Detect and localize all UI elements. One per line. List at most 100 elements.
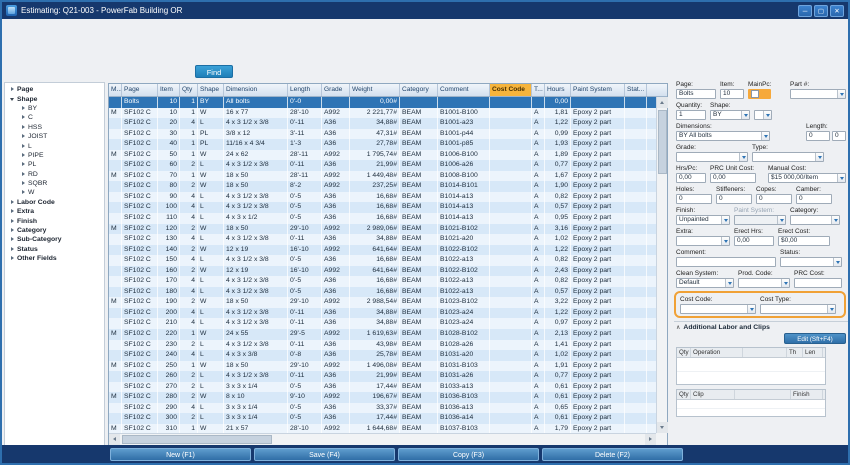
column-header-paint-system[interactable]: Paint System [571,84,625,96]
expand-icon[interactable] [8,85,17,94]
column-header-stat[interactable]: Stat... [625,84,647,96]
expand-icon[interactable] [8,207,17,216]
dimensions-select[interactable]: BY All bolts [676,131,770,141]
vertical-scroll-thumb[interactable] [658,110,667,174]
table-row[interactable]: MSF102 C2802W8 x 109'-10A992196,67#BEAMB… [109,392,656,403]
collapse-icon[interactable] [8,95,17,104]
horizontal-scrollbar[interactable] [109,433,656,445]
shape-extra-select[interactable] [754,110,772,120]
grade-select[interactable] [676,152,748,162]
table-row[interactable]: SF102 C1504L4 x 3 1/2 x 3/80'-5A3616,68#… [109,255,656,266]
chevron-down-icon[interactable] [781,279,789,287]
column-header-shape[interactable]: Shape [198,84,224,96]
chevron-down-icon[interactable] [837,174,845,182]
column-header-dimension[interactable]: Dimension [224,84,288,96]
column-header-weight[interactable]: Weight [350,84,400,96]
column-header-m[interactable]: M... [109,84,122,96]
table-row[interactable]: MSF102 C1902W18 x 5029'-10A9922 988,54#B… [109,297,656,308]
stiffeners-field[interactable]: 0 [716,194,752,204]
tree-item-sqbr[interactable]: SQBR [5,179,104,188]
expand-icon[interactable] [8,254,17,263]
table-row[interactable]: SF102 C2302L4 x 3 1/2 x 3/80'-11A3643,98… [109,340,656,351]
table-row[interactable]: SF102 C1704L4 x 3 1/2 x 3/80'-5A3616,68#… [109,276,656,287]
tree-item-hss[interactable]: HSS [5,123,104,132]
expand-icon[interactable] [19,188,28,197]
table-row[interactable]: SF102 C1004L4 x 3 1/2 x 3/80'-5A3616,68#… [109,202,656,213]
maximize-button[interactable]: ▢ [814,5,828,17]
expand-icon[interactable] [19,113,28,122]
expand-icon[interactable] [8,235,17,244]
erect-cost-field[interactable]: $0,00 [778,236,830,246]
expand-icon[interactable] [19,132,28,141]
table-row[interactable]: MSF102 C1202W18 x 5029'-10A9922 989,06#B… [109,224,656,235]
part-number-select[interactable] [790,89,846,99]
table-row[interactable]: SF102 C204L4 x 3 1/2 x 3/80'-11A3634,88#… [109,118,656,129]
clean-system-select[interactable]: Default [676,278,734,288]
column-header-comment[interactable]: Comment [438,84,490,96]
table-row[interactable]: SF102 C2104L4 x 3 1/2 x 3/80'-11A3634,88… [109,318,656,329]
tree-item-extra[interactable]: Extra [5,207,104,216]
cost-code-select[interactable] [680,304,756,314]
expand-icon[interactable] [8,198,17,207]
table-row[interactable]: SF102 C1304L4 x 3 1/2 x 3/80'-11A3634,88… [109,234,656,245]
hrs-pc-field[interactable]: 0,00 [676,173,706,183]
scroll-down-button[interactable] [657,422,668,433]
status-select[interactable] [780,257,842,267]
prod-code-select[interactable] [738,278,790,288]
new-button[interactable]: New (F1) [110,448,251,461]
edit-additional-button[interactable]: Edit (Sft+F4) [784,333,846,344]
tree-item-c[interactable]: C [5,113,104,122]
tree-item-joist[interactable]: JOIST [5,132,104,141]
collapse-section-icon[interactable]: ∧ [676,324,680,331]
chevron-down-icon[interactable] [741,111,749,119]
column-header-item[interactable]: Item [158,84,180,96]
delete-button[interactable]: Delete (F2) [542,448,683,461]
comment-field[interactable] [676,257,776,267]
chevron-down-icon[interactable] [815,153,823,161]
shape-select[interactable]: BY [710,110,750,120]
scroll-up-button[interactable] [657,97,668,108]
tree-item-other-fields[interactable]: Other Fields [5,254,104,263]
column-header-qty[interactable]: Qty [180,84,198,96]
save-button[interactable]: Save (F4) [254,448,395,461]
tree-item-sub-category[interactable]: Sub-Category [5,235,104,244]
extra-select[interactable] [676,236,730,246]
table-row[interactable]: MSF102 C2501W18 x 5029'-10A9921 496,08#B… [109,361,656,372]
tree-item-pipe[interactable]: PIPE [5,151,104,160]
length-inches-field[interactable]: 0 [832,131,846,141]
table-row-selected[interactable]: Bolts101BYAll bolts0'-00,00#0,00 [109,97,656,108]
close-button[interactable]: ✕ [830,5,844,17]
vertical-scrollbar[interactable] [656,97,667,433]
table-row[interactable]: MSF102 C501W24 x 6228'-11A9921 795,74#BE… [109,150,656,161]
column-header-length[interactable]: Length [288,84,322,96]
table-row[interactable]: SF102 C3002L3 x 3 x 1/40'-5A3617,44#BEAM… [109,413,656,424]
column-header-hours[interactable]: Hours [545,84,571,96]
tree-item-status[interactable]: Status [5,245,104,254]
chevron-down-icon[interactable] [777,216,785,224]
tree-item-category[interactable]: Category [5,226,104,235]
column-header-t[interactable]: T... [532,84,545,96]
paint-system-select[interactable] [734,215,786,225]
chevron-down-icon[interactable] [833,258,841,266]
table-row[interactable]: SF102 C301PL3/8 x 123'-11A3647,31#BEAMB1… [109,129,656,140]
table-row[interactable]: MSF102 C3101W21 x 5728'-10A9921 644,68#B… [109,424,656,433]
table-row[interactable]: SF102 C1402W12 x 1916'-10A992641,64#BEAM… [109,245,656,256]
tree-item-pl[interactable]: PL [5,160,104,169]
expand-icon[interactable] [19,160,28,169]
table-row[interactable]: SF102 C1104L4 x 3 x 1/20'-5A3616,68#BEAM… [109,213,656,224]
expand-icon[interactable] [19,104,28,113]
expand-icon[interactable] [19,179,28,188]
table-row[interactable]: MSF102 C101W16 x 7728'-10A9922 221,77#BE… [109,108,656,119]
chevron-down-icon[interactable] [747,305,755,313]
expand-icon[interactable] [19,151,28,160]
chevron-down-icon[interactable] [763,111,771,119]
table-row[interactable]: SF102 C2702L3 x 3 x 1/40'-5A3617,44#BEAM… [109,382,656,393]
chevron-down-icon[interactable] [761,132,769,140]
column-header-grade[interactable]: Grade [322,84,350,96]
operations-table-body[interactable] [677,358,825,384]
tree-item-w[interactable]: W [5,188,104,197]
copy-button[interactable]: Copy (F3) [398,448,539,461]
chevron-down-icon[interactable] [837,90,845,98]
holes-field[interactable]: 0 [676,194,712,204]
table-row[interactable]: SF102 C2404L4 x 3 x 3/80'-8A3625,78#BEAM… [109,350,656,361]
